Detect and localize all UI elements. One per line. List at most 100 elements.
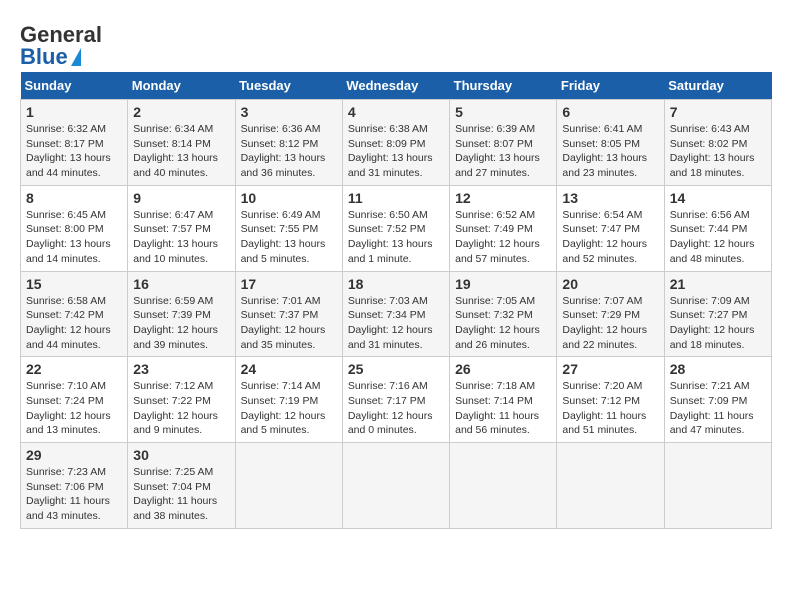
calendar-week-row: 15 Sunrise: 6:58 AMSunset: 7:42 PMDayligh… [21,271,772,357]
calendar-day-cell [342,443,449,529]
calendar-day-cell: 27 Sunrise: 7:20 AMSunset: 7:12 PMDayligh… [557,357,664,443]
day-info: Sunrise: 6:41 AMSunset: 8:05 PMDaylight:… [562,122,658,181]
calendar-day-cell: 10Sunrise: 6:49 AMSunset: 7:55 PMDayligh… [235,185,342,271]
calendar-day-cell: 23 Sunrise: 7:12 AMSunset: 7:22 PMDayligh… [128,357,235,443]
day-info: Sunrise: 6:58 AMSunset: 7:42 PMDaylight:… [26,294,122,353]
day-info: Sunrise: 7:14 AMSunset: 7:19 PMDaylight:… [241,379,337,438]
calendar-day-cell: 26 Sunrise: 7:18 AMSunset: 7:14 PMDayligh… [450,357,557,443]
day-info: Sunrise: 6:49 AMSunset: 7:55 PMDaylight:… [241,208,337,267]
calendar-day-cell: 22Sunrise: 7:10 AMSunset: 7:24 PMDayligh… [21,357,128,443]
day-number: 30 [133,447,229,463]
day-number: 17 [241,276,337,292]
day-info: Sunrise: 6:43 AMSunset: 8:02 PMDaylight:… [670,122,766,181]
calendar-day-cell: 19 Sunrise: 7:05 AMSunset: 7:32 PMDayligh… [450,271,557,357]
logo: General Blue [20,24,102,68]
calendar-day-cell: 5Sunrise: 6:39 AMSunset: 8:07 PMDaylight… [450,100,557,186]
day-number: 24 [241,361,337,377]
day-info: Sunrise: 7:16 AMSunset: 7:17 PMDaylight:… [348,379,444,438]
day-info: Sunrise: 7:21 AMSunset: 7:09 PMDaylight:… [670,379,766,438]
calendar-day-cell: 6 Sunrise: 6:41 AMSunset: 8:05 PMDaylight… [557,100,664,186]
logo-arrow-icon [71,48,81,66]
calendar-day-cell: 20 Sunrise: 7:07 AMSunset: 7:29 PMDayligh… [557,271,664,357]
day-info: Sunrise: 6:45 AMSunset: 8:00 PMDaylight:… [26,208,122,267]
day-number: 6 [562,104,658,120]
day-info: Sunrise: 7:05 AMSunset: 7:32 PMDaylight:… [455,294,551,353]
day-number: 19 [455,276,551,292]
day-number: 23 [133,361,229,377]
calendar-day-cell: 28Sunrise: 7:21 AMSunset: 7:09 PMDayligh… [664,357,771,443]
day-number: 11 [348,190,444,206]
day-info: Sunrise: 6:39 AMSunset: 8:07 PMDaylight:… [455,122,551,181]
day-info: Sunrise: 6:59 AMSunset: 7:39 PMDaylight:… [133,294,229,353]
weekday-header-tuesday: Tuesday [235,72,342,100]
day-info: Sunrise: 6:52 AMSunset: 7:49 PMDaylight:… [455,208,551,267]
day-info: Sunrise: 6:38 AMSunset: 8:09 PMDaylight:… [348,122,444,181]
calendar-day-cell: 25 Sunrise: 7:16 AMSunset: 7:17 PMDayligh… [342,357,449,443]
calendar-day-cell: 24 Sunrise: 7:14 AMSunset: 7:19 PMDayligh… [235,357,342,443]
day-number: 9 [133,190,229,206]
calendar-day-cell: 9 Sunrise: 6:47 AMSunset: 7:57 PMDaylight… [128,185,235,271]
day-number: 18 [348,276,444,292]
calendar-day-cell: 1 Sunrise: 6:32 AMSunset: 8:17 PMDaylight… [21,100,128,186]
day-info: Sunrise: 7:18 AMSunset: 7:14 PMDaylight:… [455,379,551,438]
calendar-week-row: 29Sunrise: 7:23 AMSunset: 7:06 PMDayligh… [21,443,772,529]
calendar-day-cell [450,443,557,529]
weekday-header-thursday: Thursday [450,72,557,100]
calendar-day-cell: 18 Sunrise: 7:03 AMSunset: 7:34 PMDayligh… [342,271,449,357]
calendar-day-cell: 13 Sunrise: 6:54 AMSunset: 7:47 PMDayligh… [557,185,664,271]
day-info: Sunrise: 6:47 AMSunset: 7:57 PMDaylight:… [133,208,229,267]
weekday-header-saturday: Saturday [664,72,771,100]
day-number: 12 [455,190,551,206]
calendar-day-cell: 17 Sunrise: 7:01 AMSunset: 7:37 PMDayligh… [235,271,342,357]
day-info: Sunrise: 6:50 AMSunset: 7:52 PMDaylight:… [348,208,444,267]
day-number: 1 [26,104,122,120]
calendar-day-cell: 29Sunrise: 7:23 AMSunset: 7:06 PMDayligh… [21,443,128,529]
day-number: 15 [26,276,122,292]
calendar-day-cell: 12 Sunrise: 6:52 AMSunset: 7:49 PMDayligh… [450,185,557,271]
day-info: Sunrise: 7:01 AMSunset: 7:37 PMDaylight:… [241,294,337,353]
day-number: 13 [562,190,658,206]
weekday-header-friday: Friday [557,72,664,100]
calendar-day-cell: 30Sunrise: 7:25 AMSunset: 7:04 PMDayligh… [128,443,235,529]
day-info: Sunrise: 6:36 AMSunset: 8:12 PMDaylight:… [241,122,337,181]
calendar-week-row: 1 Sunrise: 6:32 AMSunset: 8:17 PMDaylight… [21,100,772,186]
day-number: 20 [562,276,658,292]
calendar-day-cell: 14 Sunrise: 6:56 AMSunset: 7:44 PMDayligh… [664,185,771,271]
day-info: Sunrise: 7:07 AMSunset: 7:29 PMDaylight:… [562,294,658,353]
calendar-day-cell: 16 Sunrise: 6:59 AMSunset: 7:39 PMDayligh… [128,271,235,357]
day-number: 26 [455,361,551,377]
day-number: 25 [348,361,444,377]
logo-general: General [20,24,102,46]
day-info: Sunrise: 6:32 AMSunset: 8:17 PMDaylight:… [26,122,122,181]
day-info: Sunrise: 7:12 AMSunset: 7:22 PMDaylight:… [133,379,229,438]
day-number: 4 [348,104,444,120]
day-info: Sunrise: 7:20 AMSunset: 7:12 PMDaylight:… [562,379,658,438]
day-info: Sunrise: 6:56 AMSunset: 7:44 PMDaylight:… [670,208,766,267]
logo-blue-text: Blue [20,46,68,68]
day-number: 29 [26,447,122,463]
day-number: 8 [26,190,122,206]
weekday-header-sunday: Sunday [21,72,128,100]
weekday-header-wednesday: Wednesday [342,72,449,100]
day-number: 21 [670,276,766,292]
calendar-day-cell [235,443,342,529]
day-info: Sunrise: 7:09 AMSunset: 7:27 PMDaylight:… [670,294,766,353]
weekday-header-monday: Monday [128,72,235,100]
day-number: 22 [26,361,122,377]
calendar-day-cell: 15 Sunrise: 6:58 AMSunset: 7:42 PMDayligh… [21,271,128,357]
day-info: Sunrise: 6:34 AMSunset: 8:14 PMDaylight:… [133,122,229,181]
day-info: Sunrise: 7:03 AMSunset: 7:34 PMDaylight:… [348,294,444,353]
day-number: 27 [562,361,658,377]
calendar-week-row: 22Sunrise: 7:10 AMSunset: 7:24 PMDayligh… [21,357,772,443]
day-number: 14 [670,190,766,206]
day-number: 16 [133,276,229,292]
day-info: Sunrise: 6:54 AMSunset: 7:47 PMDaylight:… [562,208,658,267]
weekday-header-row: SundayMondayTuesdayWednesdayThursdayFrid… [21,72,772,100]
calendar-day-cell: 7Sunrise: 6:43 AMSunset: 8:02 PMDaylight… [664,100,771,186]
calendar-day-cell: 3 Sunrise: 6:36 AMSunset: 8:12 PMDaylight… [235,100,342,186]
calendar-day-cell: 11 Sunrise: 6:50 AMSunset: 7:52 PMDayligh… [342,185,449,271]
day-number: 2 [133,104,229,120]
calendar-day-cell: 4 Sunrise: 6:38 AMSunset: 8:09 PMDaylight… [342,100,449,186]
day-number: 3 [241,104,337,120]
calendar-week-row: 8 Sunrise: 6:45 AMSunset: 8:00 PMDaylight… [21,185,772,271]
